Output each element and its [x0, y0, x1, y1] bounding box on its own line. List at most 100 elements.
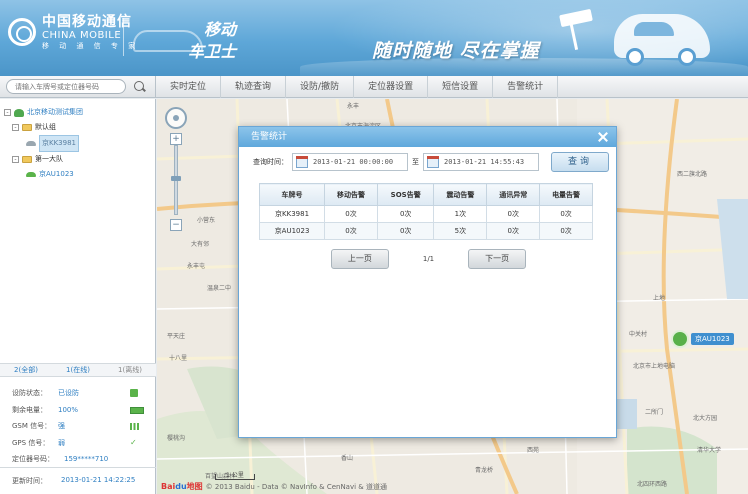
tab-arm-disarm[interactable]: 设防/撤防 [286, 75, 355, 98]
map-label: 小营东 [197, 217, 216, 224]
sidebar: - 北京移动测试集团 - 默认组 京KK3981 - 第一大队 京AU1023 … [0, 99, 156, 494]
map-label: 平天庄 [167, 333, 186, 340]
tab-locator-settings[interactable]: 定位器设置 [354, 75, 429, 98]
map-label: 北四环西路 [637, 481, 668, 488]
table-row: 京KK3981 0次 0次 1次 0次 0次 [258, 205, 593, 223]
product-line2: 车卫士 [187, 42, 236, 61]
alarm-stats-dialog: 告警统计 查询时间： 2013-01-21 00:00:00 至 2013-01… [238, 126, 617, 438]
battery-icon [130, 406, 144, 414]
column-header: 通讯异常 [486, 183, 541, 206]
zoom-out-button[interactable]: − [170, 219, 182, 231]
count-all[interactable]: 2(全部) [0, 365, 52, 375]
calendar-icon[interactable] [427, 156, 439, 168]
map-label: 清华大学 [697, 447, 722, 454]
header-slogan: 随时随地 尽在掌握 [372, 40, 540, 62]
tab-realtime-location[interactable]: 实时定位 [156, 75, 222, 98]
dialog-titlebar[interactable]: 告警统计 [239, 127, 616, 147]
table-header-row: 车牌号 移动告警 SOS告警 震动告警 通讯异常 电量告警 [258, 183, 593, 206]
map-attribution: Baidu地图 © 2013 Baidu - Data © NavInfo & … [161, 481, 387, 492]
update-value: 2013-01-21 14:22:25 [61, 476, 136, 484]
table-cell: 0次 [324, 205, 378, 223]
info-row-locator: 定位器号码： 159*****710 [12, 455, 109, 463]
column-header: 震动告警 [433, 183, 488, 206]
map-zoom-control: + − [165, 107, 187, 231]
end-date-value[interactable]: 2013-01-21 14:55:43 [444, 158, 534, 166]
dialog-title: 告警统计 [251, 132, 288, 142]
update-label: 更新时间： [12, 477, 47, 485]
tree-group[interactable]: - 第一大队 [4, 152, 151, 167]
map-label: 北京市上地电脑 [633, 363, 676, 370]
table-row: 京AU1023 0次 0次 5次 0次 0次 [258, 222, 593, 240]
tab-alarm-stats[interactable]: 告警统计 [493, 75, 559, 98]
pan-control-icon[interactable] [165, 107, 187, 129]
table-cell: 京AU1023 [258, 222, 326, 240]
close-icon[interactable] [596, 130, 610, 144]
end-date-field[interactable]: 2013-01-21 14:55:43 [423, 153, 539, 171]
zoom-slider-thumb[interactable] [171, 176, 181, 181]
china-mobile-logo: 中国移动通信 CHINA MOBILE 移 动 通 信 专 家 [8, 14, 139, 50]
next-page-button[interactable]: 下一页 [468, 249, 527, 269]
calendar-icon[interactable] [296, 156, 308, 168]
prev-page-button[interactable]: 上一页 [330, 249, 389, 269]
group-icon [14, 108, 24, 117]
collapse-icon[interactable]: - [12, 124, 19, 131]
table-cell: 5次 [433, 222, 488, 240]
map-copyright: © 2013 Baidu - Data © NavInfo & CenNavi … [205, 482, 387, 491]
tab-sms-settings[interactable]: 短信设置 [428, 75, 494, 98]
zoom-in-button[interactable]: + [170, 133, 182, 145]
brand-en: CHINA MOBILE [42, 30, 122, 42]
tree-vehicle-label[interactable]: 京AU1023 [39, 167, 74, 182]
lock-icon [130, 389, 138, 397]
start-date-field[interactable]: 2013-01-21 00:00:00 [292, 153, 408, 171]
table-cell: 0次 [539, 205, 593, 223]
tree-root-label[interactable]: 北京移动测试集团 [27, 105, 83, 120]
map-label: 永丰屯 [187, 263, 206, 270]
map-label: 二所门 [645, 409, 664, 416]
collapse-icon[interactable]: - [12, 156, 19, 163]
table-cell: 0次 [376, 222, 435, 240]
search-icon[interactable] [134, 80, 146, 93]
page-indicator: 1/1 [422, 255, 435, 263]
table-cell: 0次 [376, 205, 435, 223]
tree-group-label[interactable]: 第一大队 [35, 152, 63, 167]
collapse-icon[interactable]: - [4, 109, 11, 116]
tree-vehicle[interactable]: 京AU1023 [4, 167, 151, 182]
zoom-slider[interactable] [171, 145, 181, 215]
search-box [0, 75, 156, 98]
tree-group[interactable]: - 默认组 [4, 120, 151, 135]
alarm-table: 车牌号 移动告警 SOS告警 震动告警 通讯异常 电量告警 京KK3981 0次… [258, 183, 593, 240]
tree-vehicle-label[interactable]: 京KK3981 [39, 135, 79, 152]
check-icon: ✓ [130, 437, 137, 447]
vehicle-marker-icon[interactable] [671, 330, 689, 348]
update-time: 更新时间： 2013-01-21 14:22:25 [0, 467, 156, 494]
tab-track-query[interactable]: 轨迹查询 [221, 75, 287, 98]
query-button[interactable]: 查询 [551, 152, 609, 172]
map-label: 上地 [653, 295, 666, 302]
search-input[interactable] [6, 79, 126, 94]
tree-vehicle[interactable]: 京KK3981 [4, 135, 151, 152]
product-name: 移动 车卫士 [130, 16, 236, 62]
car-illustration-icon [614, 14, 710, 66]
map-label: 大有邻 [191, 241, 210, 248]
start-date-value[interactable]: 2013-01-21 00:00:00 [313, 158, 403, 166]
vehicle-marker[interactable]: 京AU1023 [671, 330, 734, 348]
brand-cn: 中国移动通信 [42, 14, 132, 30]
query-row: 查询时间： 2013-01-21 00:00:00 至 2013-01-21 1… [253, 153, 543, 171]
info-row-arm: 设防状态： 已设防 [12, 385, 142, 402]
tree-root[interactable]: - 北京移动测试集团 [4, 105, 151, 120]
map-scale: 1 公里 [215, 473, 255, 480]
tree-group-label[interactable]: 默认组 [35, 120, 56, 135]
count-offline[interactable]: 1(离线) [104, 365, 156, 375]
app-header: 中国移动通信 CHINA MOBILE 移 动 通 信 专 家 移动 车卫士 随… [0, 0, 748, 76]
table-cell: 1次 [433, 205, 488, 223]
column-header: 车牌号 [258, 183, 326, 206]
map-label: 十八里 [169, 355, 188, 362]
table-cell: 京KK3981 [258, 205, 326, 223]
vehicle-info: 设防状态： 已设防 剩余电量： 100% GSM 信号： 强 GPS 信号： 弱… [12, 385, 144, 468]
wheel-icon [626, 48, 644, 66]
vehicle-marker-label[interactable]: 京AU1023 [691, 333, 734, 345]
count-online[interactable]: 1(在线) [52, 365, 104, 375]
map-label: 香山 [341, 455, 354, 462]
folder-icon [22, 156, 32, 163]
car-icon [26, 141, 36, 146]
